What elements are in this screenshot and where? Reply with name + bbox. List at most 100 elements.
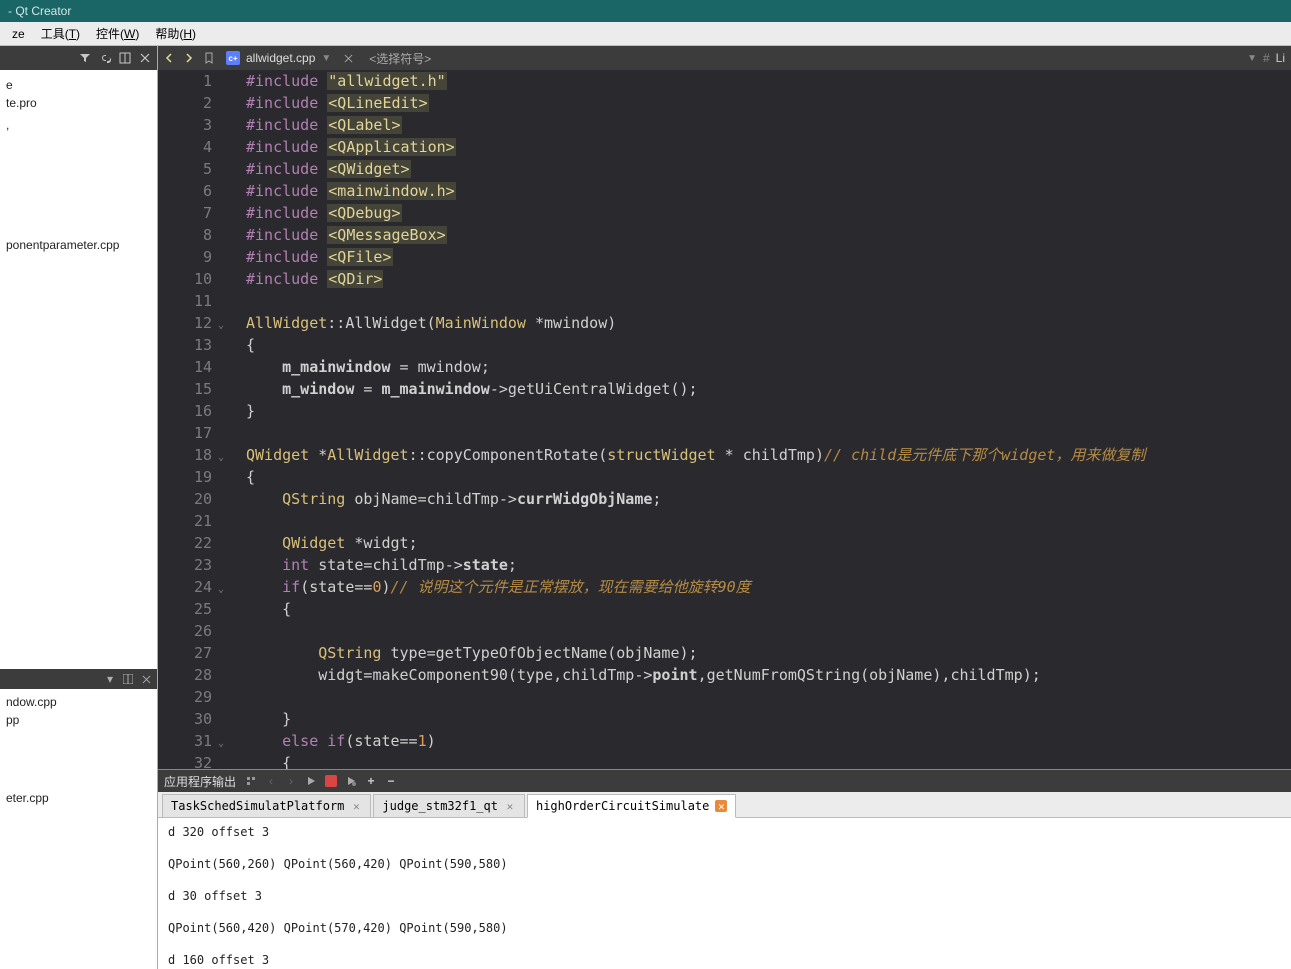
code-line[interactable]: #include "allwidget.h" [246,70,1291,92]
tree-item[interactable]: te.pro [4,94,153,112]
add-icon[interactable]: + [364,774,378,788]
output-line [168,904,1281,920]
project-toolbar [0,46,157,70]
open-doc-item[interactable]: ndow.cpp [4,693,153,711]
code-line[interactable]: m_mainwindow = mwindow; [246,356,1291,378]
tree-item[interactable]: e [4,76,153,94]
code-line[interactable]: } [246,400,1291,422]
output-tab[interactable]: highOrderCircuitSimulate✕ [527,794,736,818]
active-file-tab[interactable]: c+ allwidget.cpp ▼ [220,51,337,65]
code-line[interactable]: { [246,598,1291,620]
code-line[interactable] [246,510,1291,532]
code-line[interactable]: int state=childTmp->state; [246,554,1291,576]
editor-panel: c+ allwidget.cpp ▼ <选择符号> ▼ # Li 1234567… [158,46,1291,969]
menu-item[interactable]: 工具(T) [33,23,88,44]
remove-icon[interactable]: − [384,774,398,788]
tree-item[interactable]: , [4,116,153,236]
code-line[interactable]: #include <QLabel> [246,114,1291,136]
project-tree[interactable]: ete.pro,ponentparameter.cpp [0,70,157,669]
code-line[interactable]: if(state==0)// 说明这个元件是正常摆放，现在需要给他旋转90度 [246,576,1291,598]
tree-item[interactable]: ponentparameter.cpp [4,236,153,254]
output-line [168,872,1281,888]
code-line[interactable]: #include <QDir> [246,268,1291,290]
code-line[interactable] [246,620,1291,642]
close-tab-icon[interactable]: ✕ [715,800,727,812]
open-doc-item[interactable]: eter.cpp [4,789,153,807]
open-doc-item[interactable]: pp [4,711,153,729]
chevron-down-icon[interactable]: ▾ [103,672,117,686]
line-number: 12⌄ [158,312,212,334]
code-line[interactable]: #include <QLineEdit> [246,92,1291,114]
open-doc-item[interactable] [4,729,153,789]
code-line[interactable]: QWidget *AllWidget::copyComponentRotate(… [246,444,1291,466]
output-settings-icon[interactable] [244,774,258,788]
code-line[interactable] [246,422,1291,444]
chevron-down-icon[interactable]: ▼ [321,53,331,64]
menu-item[interactable]: 控件(W) [88,23,147,44]
close-tab-icon[interactable]: ✕ [504,800,516,812]
line-number: 7 [158,202,212,224]
fold-icon[interactable]: ⌄ [214,733,224,743]
run-icon[interactable] [304,774,318,788]
split-icon[interactable] [121,672,135,686]
fold-icon[interactable]: ⌄ [214,579,224,589]
fold-icon[interactable]: ⌄ [214,447,224,457]
chevron-down-icon[interactable]: ▼ [1247,53,1257,64]
cpp-file-icon: c+ [226,51,240,65]
line-number: 8 [158,224,212,246]
filter-icon[interactable] [77,50,93,66]
line-number: 9 [158,246,212,268]
code-line[interactable]: AllWidget::AllWidget(MainWindow *mwindow… [246,312,1291,334]
code-line[interactable]: { [246,752,1291,769]
code-line[interactable]: QString objName=childTmp->currWidgObjNam… [246,488,1291,510]
line-number: 22 [158,532,212,554]
code-line[interactable]: #include <QFile> [246,246,1291,268]
output-tab-label: judge_stm32f1_qt [382,799,498,813]
menu-item[interactable]: 帮助(H) [147,23,204,44]
code-line[interactable]: #include <QApplication> [246,136,1291,158]
line-number: 24⌄ [158,576,212,598]
output-tab[interactable]: judge_stm32f1_qt ✕ [373,794,525,817]
nav-back-button[interactable] [160,49,178,67]
code-line[interactable]: QString type=getTypeOfObjectName(objName… [246,642,1291,664]
line-number: 20 [158,488,212,510]
code-line[interactable] [246,686,1291,708]
code-line[interactable]: { [246,466,1291,488]
layout-icon[interactable] [117,50,133,66]
menu-item[interactable]: ze [4,25,33,43]
menu-bar: ze工具(T)控件(W)帮助(H) [0,22,1291,46]
stop-icon[interactable] [324,774,338,788]
link-icon[interactable] [97,50,113,66]
code-line[interactable]: #include <QWidget> [246,158,1291,180]
code-editor[interactable]: 123456789101112⌄131415161718⌄19202122232… [158,70,1291,769]
code-line[interactable]: m_window = m_mainwindow->getUiCentralWid… [246,378,1291,400]
line-number: 2 [158,92,212,114]
code-line[interactable]: QWidget *widgt; [246,532,1291,554]
next-output-icon[interactable]: › [284,774,298,788]
prev-output-icon[interactable]: ‹ [264,774,278,788]
code-line[interactable]: #include <QDebug> [246,202,1291,224]
line-number-gutter: 123456789101112⌄131415161718⌄19202122232… [158,70,218,769]
close-icon[interactable] [139,672,153,686]
output-body[interactable]: d 320 offset 3 QPoint(560,260) QPoint(56… [158,818,1291,969]
output-panel: 应用程序输出 ‹ › + − TaskSchedSimulatPlatform✕… [158,769,1291,969]
symbol-selector[interactable]: <选择符号> [359,50,1245,67]
close-panel-icon[interactable] [137,50,153,66]
code-line[interactable]: } [246,708,1291,730]
code-line[interactable]: { [246,334,1291,356]
app-title: - Qt Creator [8,4,71,18]
close-file-button[interactable] [339,49,357,67]
open-documents-list[interactable]: ndow.cpppp eter.cpp [0,689,157,969]
code-line[interactable]: widgt=makeComponent90(type,childTmp->poi… [246,664,1291,686]
nav-forward-button[interactable] [180,49,198,67]
bookmark-icon[interactable] [200,49,218,67]
output-tab[interactable]: TaskSchedSimulatPlatform✕ [162,794,371,817]
code-line[interactable]: else if(state==1) [246,730,1291,752]
code-line[interactable]: #include <mainwindow.h> [246,180,1291,202]
code-area[interactable]: #include "allwidget.h"#include <QLineEdi… [218,70,1291,769]
code-line[interactable]: #include <QMessageBox> [246,224,1291,246]
close-tab-icon[interactable]: ✕ [350,800,362,812]
fold-icon[interactable]: ⌄ [214,315,224,325]
run-debug-icon[interactable] [344,774,358,788]
code-line[interactable] [246,290,1291,312]
